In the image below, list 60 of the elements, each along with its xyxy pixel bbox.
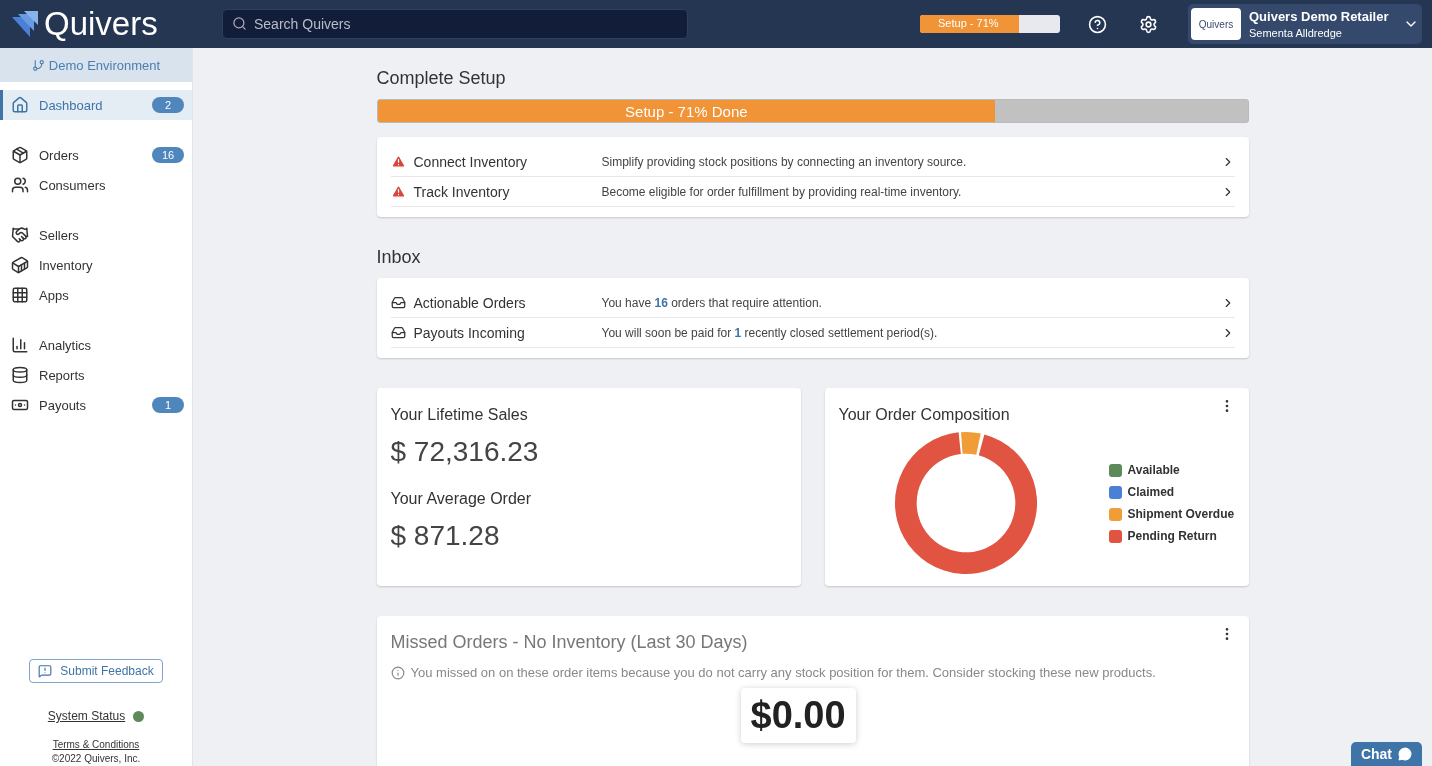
sidebar-item[interactable]: Sellers xyxy=(0,220,192,250)
section-title: Inbox xyxy=(376,247,422,268)
inbox-row[interactable]: Payouts Incoming You will soon be paid for 1 recently closed settlement period(s). xyxy=(390,318,1235,348)
environment-label: Demo Environment xyxy=(48,57,161,73)
inbox-row[interactable]: Actionable Orders You have 16 orders that require attention. xyxy=(390,288,1235,318)
nav-icon xyxy=(11,286,29,304)
legend-label: Shipment Overdue xyxy=(1127,507,1235,521)
sidebar-item[interactable]: Apps xyxy=(0,280,192,310)
legend-label: Available xyxy=(1127,463,1180,477)
warning-icon xyxy=(390,154,406,169)
setup-progress-label: Setup - 71% xyxy=(938,17,999,29)
nav-icon xyxy=(11,366,29,384)
legend-label: Pending Return xyxy=(1127,529,1217,543)
nav-icon xyxy=(11,176,29,194)
sidebar-item[interactable]: Consumers xyxy=(0,170,192,200)
sidebar-item[interactable]: Dashboard 2 xyxy=(0,90,192,120)
info-icon xyxy=(390,665,405,680)
copyright-text: ©2022 Quivers, Inc. xyxy=(51,753,141,764)
logo-icon xyxy=(12,11,40,37)
search-icon xyxy=(232,16,247,31)
info-text: You missed on on these order items because you do not carry any stock position for them. Consider stocking these new products. xyxy=(410,665,1156,680)
stat-value: $ 871.28 xyxy=(390,520,501,552)
sidebar-item[interactable]: Reports xyxy=(0,360,192,390)
sidebar-item[interactable]: Inventory xyxy=(0,250,192,280)
terms-link[interactable]: Terms & Conditions xyxy=(52,739,140,750)
count-badge: 1 xyxy=(152,397,184,413)
search-field[interactable]: Search Quivers xyxy=(222,9,688,39)
feedback-icon xyxy=(38,664,53,678)
stat-label: Your Average Order xyxy=(390,490,533,508)
task-row[interactable]: Connect Inventory Simplify providing stock positions by connecting an inventory source. xyxy=(390,147,1235,177)
legend-label: Claimed xyxy=(1127,485,1175,499)
account-menu[interactable]: Quivers Quivers Demo Retailer Sementa Alldredge xyxy=(1188,4,1422,44)
sidebar-item[interactable]: Payouts 1 xyxy=(0,390,192,420)
task-row[interactable]: Track Inventory Become eligible for order fulfillment by providing real-time inventory. xyxy=(390,177,1235,207)
system-status-link[interactable]: System Status xyxy=(47,709,126,723)
nav-icon xyxy=(11,226,29,244)
sidebar-item[interactable]: Analytics xyxy=(0,330,192,360)
stat-label: Your Lifetime Sales xyxy=(390,406,529,424)
inbox-icon xyxy=(390,325,406,340)
section-title: Complete Setup xyxy=(376,68,507,89)
count-badge: 16 xyxy=(152,147,184,163)
logo-text: Quivers xyxy=(44,5,158,43)
account-logo: Quivers xyxy=(1191,8,1241,40)
card-title: Missed Orders - No Inventory (Last 30 Days) xyxy=(390,632,748,653)
branch-icon xyxy=(31,58,45,72)
nav-icon xyxy=(11,336,29,354)
nav-icon xyxy=(11,146,29,164)
chat-bubble-icon xyxy=(1398,747,1412,761)
setup-bar-label: Setup - 71% Done xyxy=(624,103,749,120)
warning-icon xyxy=(390,184,406,199)
nav-icon xyxy=(11,96,29,114)
card-title: Your Order Composition xyxy=(838,406,1010,424)
value-tooltip: $0.00 xyxy=(740,688,856,743)
sidebar-item[interactable]: Orders 16 xyxy=(0,140,192,170)
inbox-icon xyxy=(390,295,406,310)
feedback-button[interactable]: Submit Feedback xyxy=(29,659,163,683)
count-badge: 2 xyxy=(152,97,184,113)
chat-button[interactable]: Chat xyxy=(1350,742,1422,766)
nav-icon xyxy=(11,256,29,274)
stat-value: $ 72,316.23 xyxy=(390,436,540,468)
